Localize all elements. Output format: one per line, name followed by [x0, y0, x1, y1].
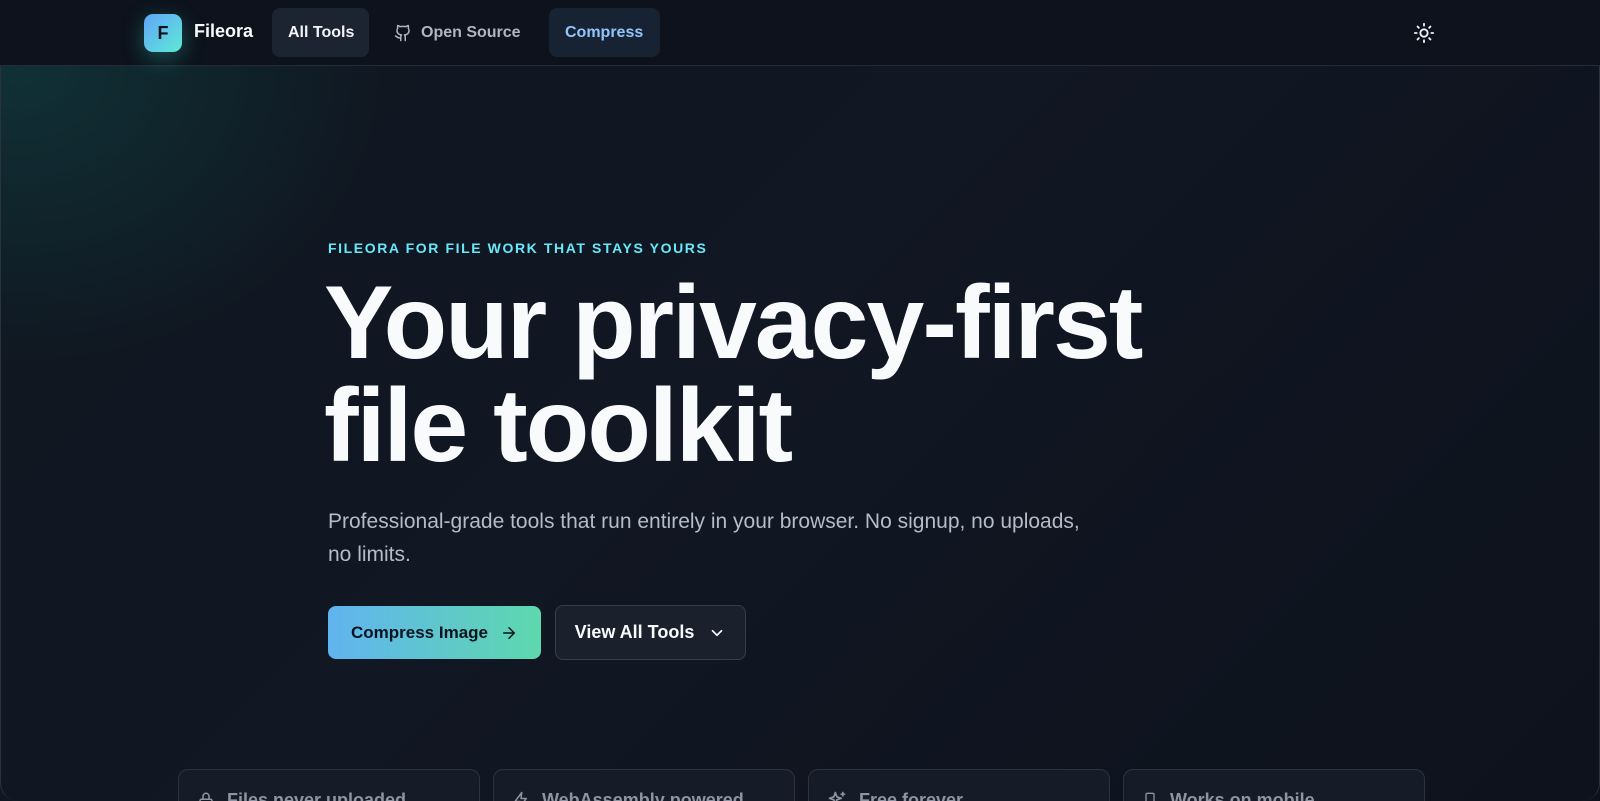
compress-image-label: Compress Image [351, 622, 488, 642]
nav-compress[interactable]: Compress [549, 8, 660, 57]
sparkles-icon [827, 790, 847, 801]
feature-label: Free forever [859, 790, 964, 801]
feature-card-private: Files never uploaded [178, 769, 480, 801]
nav-all-tools-label: All Tools [288, 23, 355, 41]
arrow-right-icon [500, 624, 518, 642]
top-navbar: F Fileora All Tools Open Source Compress [0, 0, 1600, 66]
feature-card-free: Free forever [808, 769, 1110, 801]
hero-headline: Your privacy-first file toolkit [324, 265, 1143, 484]
brand-name[interactable]: Fileora [194, 21, 253, 42]
page: F Fileora All Tools Open Source Compress [0, 0, 1600, 801]
nav-open-source[interactable]: Open Source [380, 8, 540, 57]
feature-label: WebAssembly powered [542, 790, 744, 801]
chevron-down-icon [708, 624, 726, 642]
theme-toggle-button[interactable] [1410, 19, 1438, 47]
feature-card-wasm: WebAssembly powered [493, 769, 795, 801]
nav-all-tools[interactable]: All Tools [272, 8, 369, 57]
smartphone-icon [1142, 790, 1158, 801]
feature-label: Works on mobile [1170, 790, 1315, 801]
nav-compress-label: Compress [565, 23, 644, 41]
logo-badge[interactable]: F [144, 14, 182, 52]
zap-icon [512, 790, 530, 801]
github-icon [394, 24, 412, 42]
compress-image-button[interactable]: Compress Image [328, 606, 541, 659]
hero-eyebrow: FILEORA FOR FILE WORK THAT STAYS YOURS [328, 240, 708, 256]
nav-open-source-label: Open Source [421, 23, 521, 41]
lock-icon [197, 790, 215, 801]
logo-letter: F [157, 22, 169, 43]
feature-card-mobile: Works on mobile [1123, 769, 1425, 801]
view-all-tools-label: View All Tools [574, 622, 695, 642]
sun-icon [1413, 22, 1435, 44]
feature-label: Files never uploaded [227, 790, 407, 801]
hero-subtitle: Professional-grade tools that run entire… [328, 510, 1080, 566]
view-all-tools-button[interactable]: View All Tools [555, 605, 746, 660]
